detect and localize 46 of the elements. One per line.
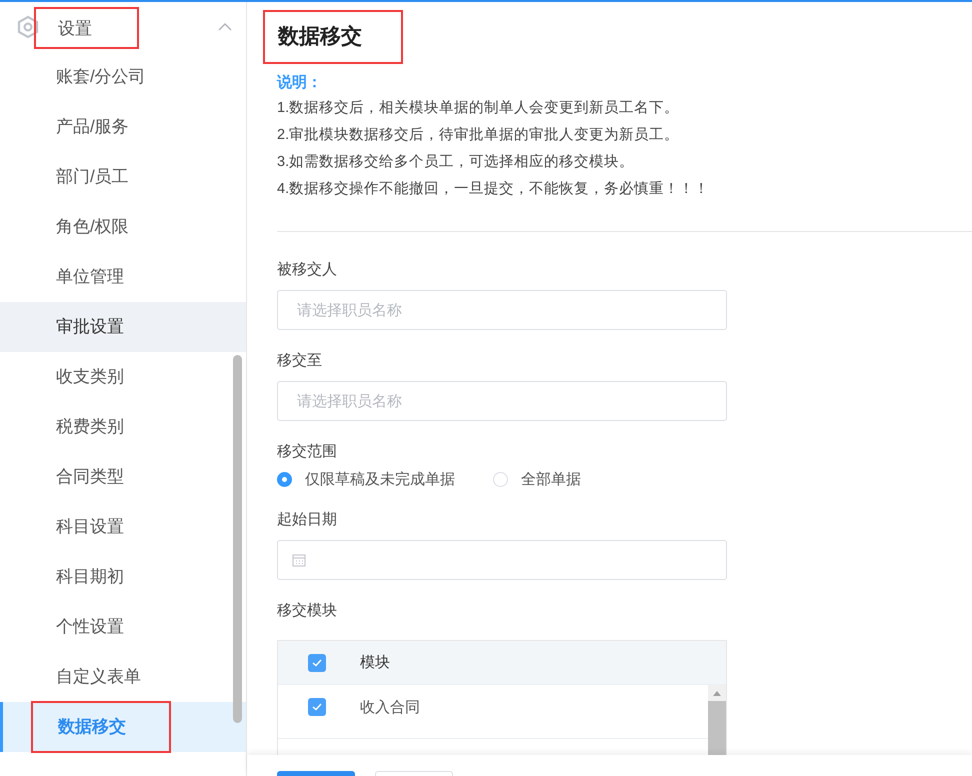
sidebar-item[interactable]: 科目设置 <box>0 502 246 552</box>
sidebar-item[interactable]: 产品/服务 <box>0 102 246 152</box>
select-field[interactable]: 请选择职员名称 <box>277 381 727 421</box>
sidebar-item[interactable]: 单位管理 <box>0 252 246 302</box>
menu-group-label: 设置 <box>58 18 92 40</box>
menu-item-label: 数据移交 <box>58 717 126 736</box>
sidebar-item[interactable]: 角色/权限 <box>0 202 246 252</box>
chevron-up-icon <box>218 23 232 31</box>
field-label: 起始日期 <box>277 510 338 530</box>
hexagon-icon <box>17 15 39 39</box>
scrollbar-thumb[interactable] <box>708 701 726 756</box>
menu-group-header[interactable]: 设置 <box>0 2 246 52</box>
note-line: 2.审批模块数据移交后，待审批单据的审批人变更为新员工。 <box>277 126 680 145</box>
page-title: 数据移交 <box>278 24 363 50</box>
checkbox[interactable] <box>308 698 326 716</box>
note-line: 1.数据移交后，相关模块单据的制单人会变更到新员工名下。 <box>277 98 680 118</box>
scroll-up-arrow-icon <box>713 691 721 696</box>
checkmark-icon <box>312 658 322 666</box>
sidebar-item[interactable]: 账套/分公司 <box>0 52 246 102</box>
table-cell: 收入合同 <box>360 698 420 718</box>
note-line: 4.数据移交操作不能撤回，一旦提交，不能恢复，务必慎重！！！ <box>277 180 710 199</box>
sidebar-item[interactable]: 合同类型 <box>0 452 246 502</box>
radio-button[interactable] <box>277 472 292 487</box>
sidebar-item[interactable]: 收支类别 <box>0 352 246 402</box>
sidebar-item[interactable]: 审批设置 <box>0 302 246 352</box>
sidebar-item[interactable]: 部门/员工 <box>0 152 246 202</box>
note-line: 3.如需数据移交给多个员工，可选择相应的移交模块。 <box>277 152 636 172</box>
date-field[interactable] <box>277 540 727 580</box>
field-label: 移交模块 <box>277 601 338 621</box>
field-label: 移交范围 <box>277 442 338 462</box>
sidebar-item[interactable]: 自定义表单 <box>0 652 246 702</box>
sidebar-item[interactable]: 科目期初 <box>0 552 246 602</box>
sidebar-item[interactable]: 个性设置 <box>0 602 246 652</box>
checkmark-icon <box>312 703 322 711</box>
scrollbar-thumb[interactable] <box>233 355 242 723</box>
field-label: 被移交人 <box>277 260 338 280</box>
column-header: 模块 <box>360 653 390 672</box>
checkbox[interactable] <box>308 654 326 672</box>
radio-label: 仅限草稿及未完成单据 <box>305 470 455 489</box>
field-label: 移交至 <box>277 351 323 371</box>
calendar-icon <box>292 553 306 567</box>
sidebar-item[interactable]: 税费类别 <box>0 402 246 452</box>
radio-label: 全部单据 <box>521 470 581 489</box>
scrollbar[interactable] <box>708 685 726 756</box>
notes-heading: 说明： <box>277 73 323 93</box>
select-field[interactable]: 请选择职员名称 <box>277 290 727 330</box>
